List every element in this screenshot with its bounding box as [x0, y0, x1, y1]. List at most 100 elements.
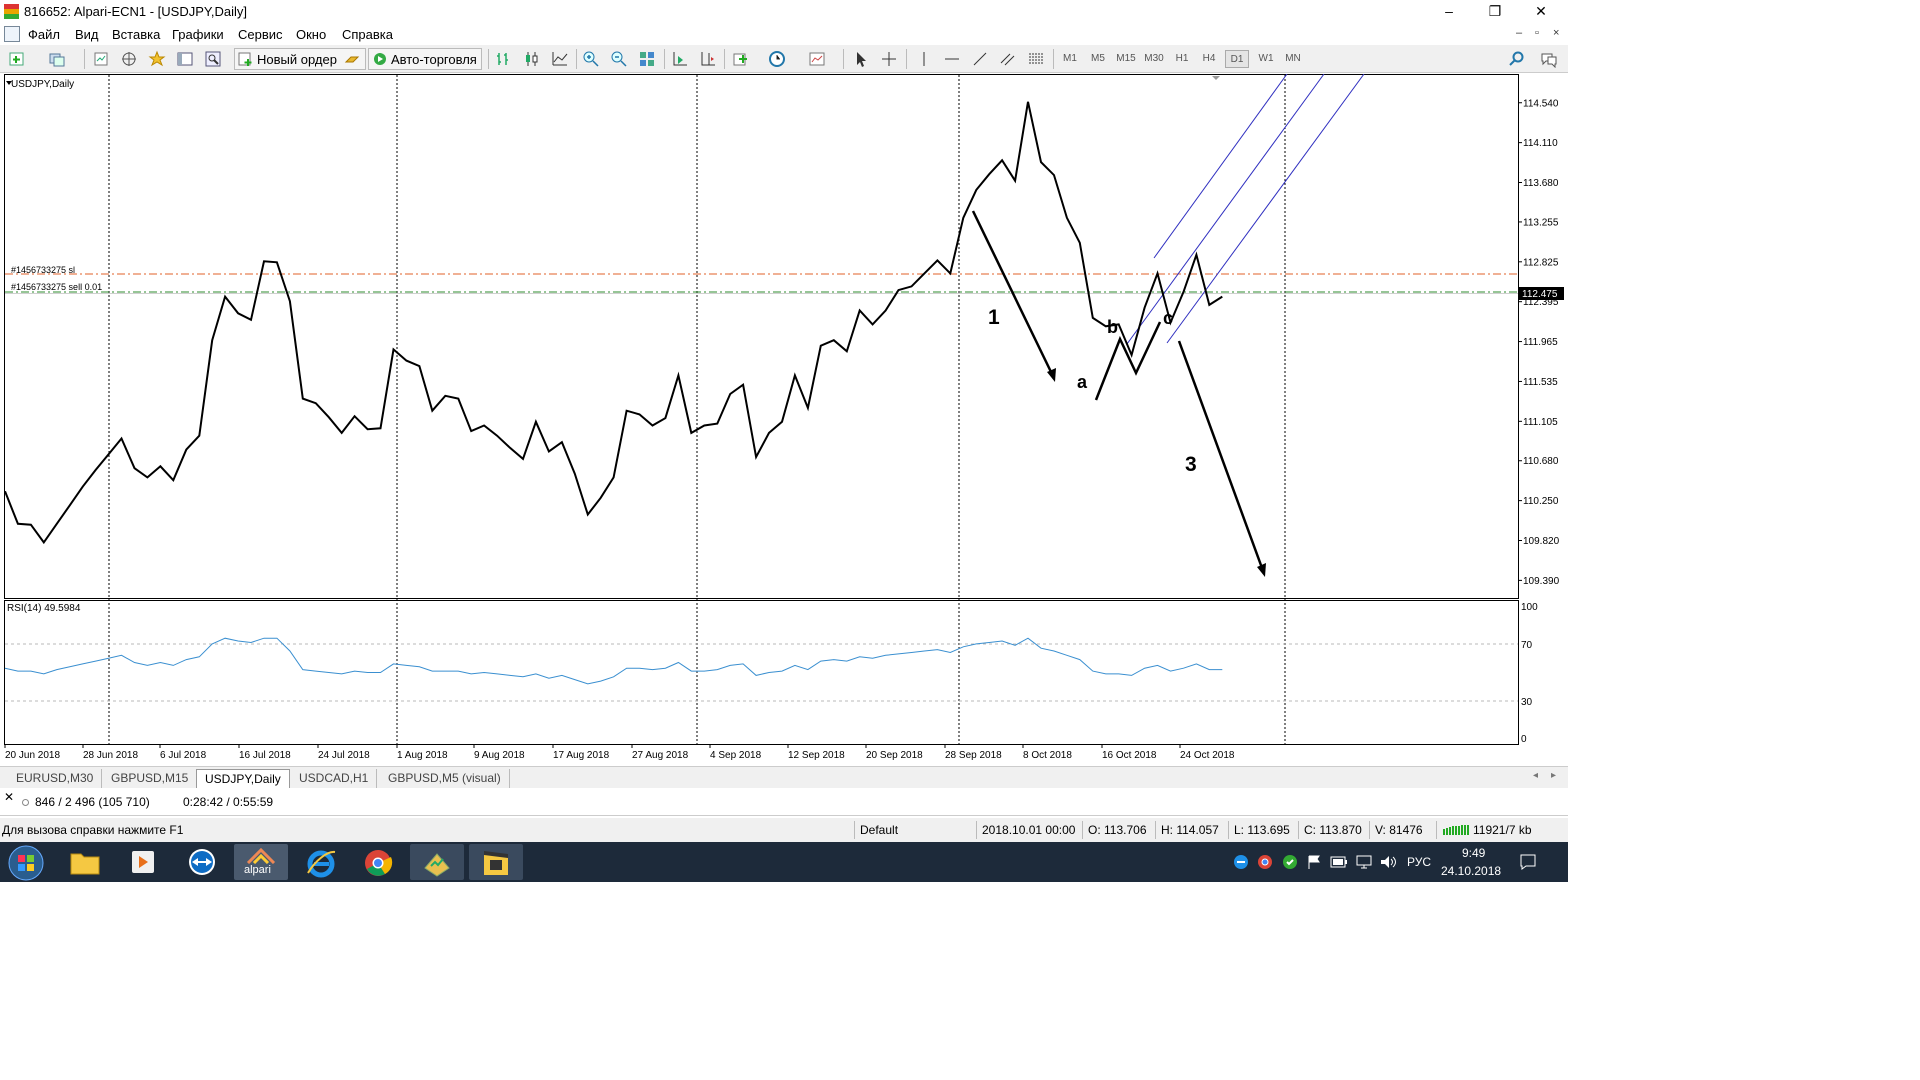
- chat-icon[interactable]: [1540, 50, 1558, 68]
- candlesticks-icon[interactable]: [523, 50, 541, 68]
- price-tick-label: 110.680: [1523, 456, 1559, 467]
- trendline-icon[interactable]: [971, 50, 989, 68]
- price-tick-label: 111.535: [1523, 377, 1558, 388]
- strategy-tester-icon[interactable]: [204, 50, 222, 68]
- edge-tray-icon[interactable]: [1233, 854, 1249, 870]
- minimize-button[interactable]: –: [1426, 0, 1472, 23]
- taskbar-ie-button[interactable]: [293, 844, 347, 880]
- menu-charts[interactable]: Графики: [172, 27, 224, 42]
- crosshair-icon[interactable]: [880, 50, 898, 68]
- taskbar-metatrader-button[interactable]: [410, 844, 464, 880]
- security-tray-icon[interactable]: [1282, 854, 1298, 870]
- search-icon[interactable]: [1508, 50, 1526, 68]
- price-tick-label: 113.255: [1523, 217, 1559, 228]
- tabs-scroll-left-icon[interactable]: ◂: [1533, 770, 1538, 781]
- autoscroll-icon[interactable]: [671, 50, 689, 68]
- chrome-tray-icon[interactable]: [1257, 854, 1273, 870]
- vertical-line-icon[interactable]: [915, 50, 933, 68]
- tile-windows-icon[interactable]: [638, 50, 656, 68]
- taskbar-video-button[interactable]: [469, 844, 523, 880]
- timeframe-m1[interactable]: M1: [1058, 50, 1082, 68]
- tab-eurusd-m30[interactable]: EURUSD,M30: [8, 769, 103, 788]
- status-datetime: 2018.10.01 00:00: [982, 823, 1076, 837]
- clock-time[interactable]: 9:49: [1462, 846, 1485, 860]
- windows-start-icon[interactable]: [7, 844, 45, 882]
- network-icon[interactable]: [1355, 854, 1373, 870]
- timeframe-mn[interactable]: MN: [1281, 50, 1305, 68]
- indicators-icon[interactable]: [732, 50, 750, 68]
- taskbar-chrome-button[interactable]: [351, 844, 405, 880]
- horizontal-line-icon[interactable]: [943, 50, 961, 68]
- price-chart[interactable]: #1456733275 sl #1456733275 sell 0.01 USD…: [4, 74, 1568, 766]
- tabs-scroll-right-icon[interactable]: ▸: [1551, 770, 1556, 781]
- zoom-in-icon[interactable]: [582, 50, 600, 68]
- mdi-restore-button[interactable]: ▫: [1535, 27, 1539, 39]
- status-separator: [1155, 821, 1156, 839]
- tab-usdjpy-daily[interactable]: USDJPY,Daily: [196, 769, 290, 788]
- cursor-icon[interactable]: [852, 50, 870, 68]
- chart-window[interactable]: #1456733275 sl #1456733275 sell 0.01 USD…: [4, 74, 1568, 766]
- chart-shift-icon[interactable]: [699, 50, 717, 68]
- tab-usdcad-h1[interactable]: USDCAD,H1: [291, 769, 378, 788]
- timeframe-m5[interactable]: M5: [1086, 50, 1110, 68]
- tab-gbpusd-m5-visual[interactable]: GBPUSD,M5 (visual): [380, 769, 510, 788]
- timeframe-h4[interactable]: H4: [1197, 50, 1221, 68]
- clock-date[interactable]: 24.10.2018: [1441, 864, 1501, 878]
- mdi-minimize-button[interactable]: –: [1516, 27, 1522, 39]
- folder-icon: [70, 853, 100, 875]
- maximize-button[interactable]: ❐: [1472, 0, 1518, 23]
- menu-window[interactable]: Окно: [296, 27, 326, 42]
- data-window-icon[interactable]: [120, 50, 138, 68]
- bar-chart-icon[interactable]: [495, 50, 513, 68]
- timeframe-h1[interactable]: H1: [1170, 50, 1194, 68]
- tab-gbpusd-m15[interactable]: GBPUSD,M15: [103, 769, 198, 788]
- language-indicator[interactable]: РУС: [1407, 855, 1431, 869]
- date-tick-label: 17 Aug 2018: [553, 750, 610, 761]
- line-chart-icon[interactable]: [551, 50, 569, 68]
- volume-icon[interactable]: [1379, 854, 1397, 870]
- battery-icon[interactable]: [1330, 856, 1348, 868]
- date-tick-label: 27 Aug 2018: [632, 750, 689, 761]
- taskbar-explorer-button[interactable]: [58, 844, 112, 880]
- flag-tray-icon[interactable]: [1306, 854, 1322, 870]
- price-tick-label: 114.110: [1523, 138, 1558, 149]
- timeframe-d1[interactable]: D1: [1225, 50, 1249, 68]
- notifications-icon[interactable]: [1519, 853, 1537, 871]
- menu-tools[interactable]: Сервис: [238, 27, 283, 42]
- mdi-close-button[interactable]: ×: [1553, 27, 1559, 39]
- menu-insert[interactable]: Вставка: [112, 27, 160, 42]
- timeframe-w1[interactable]: W1: [1254, 50, 1278, 68]
- menu-help[interactable]: Справка: [342, 27, 393, 42]
- profiles-icon[interactable]: [48, 50, 66, 68]
- fibonacci-icon[interactable]: [1027, 50, 1045, 68]
- periods-icon[interactable]: [768, 50, 786, 68]
- close-icon[interactable]: ✕: [4, 790, 14, 804]
- menu-view[interactable]: Вид: [75, 27, 99, 42]
- price-tick-label: 112.825: [1523, 257, 1559, 268]
- date-tick-label: 8 Oct 2018: [1023, 750, 1072, 761]
- timeframe-m15[interactable]: M15: [1114, 50, 1138, 68]
- internet-explorer-icon: [307, 850, 336, 878]
- chart-window-icon[interactable]: [4, 26, 20, 42]
- menu-file[interactable]: Файл: [28, 27, 60, 42]
- gold-bars-icon[interactable]: [344, 50, 362, 68]
- timeframe-m30[interactable]: M30: [1142, 50, 1166, 68]
- new-chart-icon[interactable]: [8, 50, 26, 68]
- chrome-icon: [365, 850, 393, 876]
- status-separator: [854, 821, 855, 839]
- close-button[interactable]: ✕: [1518, 0, 1564, 23]
- status-profile[interactable]: Default: [860, 823, 898, 837]
- taskbar-media-button[interactable]: [116, 844, 170, 880]
- rsi-label: RSI(14) 49.5984: [7, 603, 81, 614]
- taskbar-teamviewer-button[interactable]: [175, 844, 229, 880]
- market-watch-icon[interactable]: [92, 50, 110, 68]
- taskbar-alpari-button[interactable]: alpari: [234, 844, 288, 880]
- date-tick-label: 6 Jul 2018: [160, 750, 207, 761]
- equidistant-channel-icon[interactable]: [999, 50, 1017, 68]
- zoom-out-icon[interactable]: [610, 50, 628, 68]
- navigator-icon[interactable]: [148, 50, 166, 68]
- auto-trading-button[interactable]: Авто-торговля: [368, 48, 482, 70]
- wave-label-a: a: [1077, 372, 1088, 392]
- terminal-icon[interactable]: [176, 50, 194, 68]
- templates-icon[interactable]: [808, 50, 826, 68]
